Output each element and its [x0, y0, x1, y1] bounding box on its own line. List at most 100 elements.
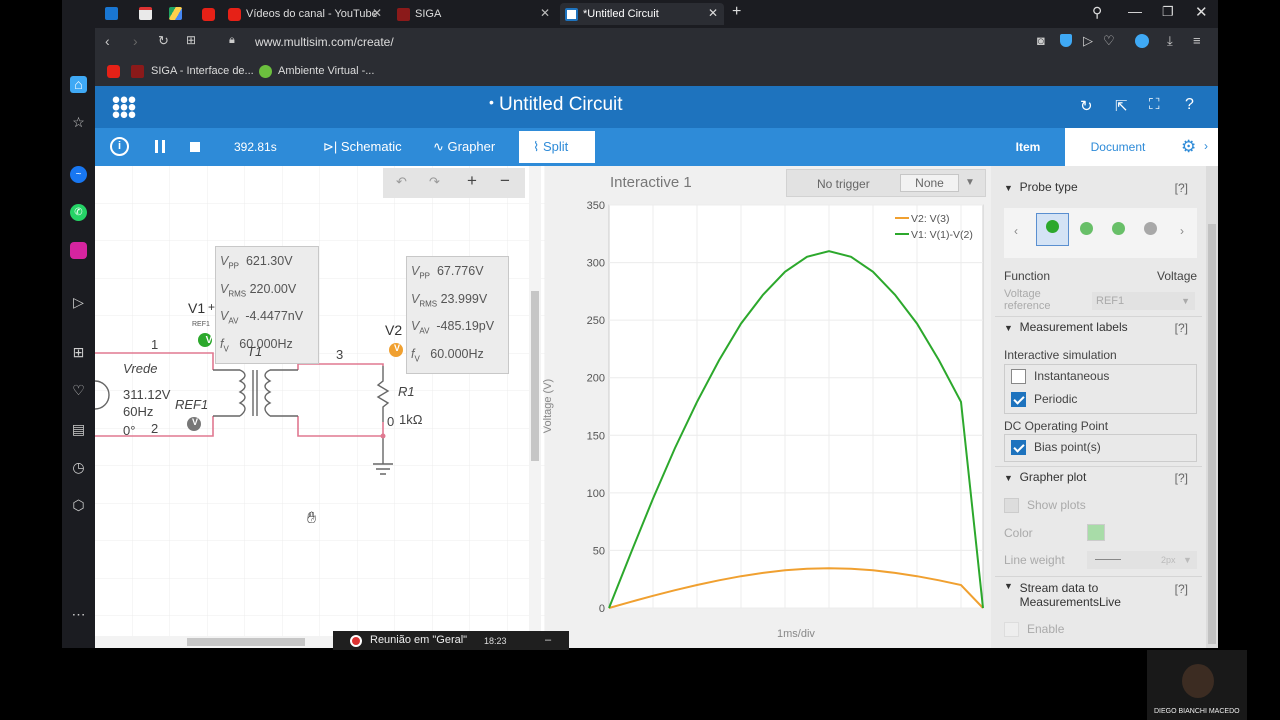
messenger-icon[interactable]: ~: [70, 166, 87, 183]
scrollbar-thumb[interactable]: [531, 291, 539, 461]
close-icon[interactable]: ✕: [540, 6, 550, 20]
history-icon[interactable]: ◷: [70, 459, 87, 476]
help-link[interactable]: [?]: [1175, 321, 1188, 335]
reload-icon[interactable]: ↻: [158, 33, 169, 49]
chevron-left-icon[interactable]: ‹: [1014, 224, 1018, 238]
probe-v2-label[interactable]: V2: [385, 322, 402, 338]
enable-checkbox[interactable]: [1004, 622, 1019, 638]
periodic-option[interactable]: Periodic: [1011, 392, 1077, 408]
maximize-icon[interactable]: ❐: [1162, 4, 1174, 20]
tab-document[interactable]: Document: [1065, 128, 1171, 166]
export-icon[interactable]: ⇱: [1115, 97, 1128, 115]
close-icon[interactable]: ✕: [372, 6, 382, 20]
instagram-icon[interactable]: [70, 242, 87, 259]
scrollbar-thumb[interactable]: [1208, 224, 1216, 644]
tab-siga[interactable]: SIGA: [397, 3, 547, 25]
minimize-icon[interactable]: –: [545, 634, 551, 646]
tab-split[interactable]: ⌇ Split: [519, 131, 595, 163]
voltage-chart[interactable]: 0 50 100 150 200 250 300 350 V2: V(3) V1: V(1)-V(…: [545, 166, 991, 648]
close-icon[interactable]: ✕: [708, 6, 718, 20]
help-link[interactable]: [?]: [1175, 582, 1188, 596]
star-icon[interactable]: ☆: [70, 114, 87, 131]
panel-scrollbar[interactable]: [1206, 166, 1218, 648]
scrollbar-thumb[interactable]: [187, 638, 305, 646]
voltage-probe-icon[interactable]: [1036, 213, 1069, 246]
redo-icon[interactable]: ↷: [429, 174, 440, 190]
home-icon[interactable]: ⌂: [70, 76, 87, 93]
outlook-icon[interactable]: [105, 7, 118, 20]
stop-icon[interactable]: [190, 142, 200, 152]
current-probe-icon[interactable]: [1080, 222, 1093, 235]
zoom-in-icon[interactable]: +: [467, 171, 477, 191]
instantaneous-checkbox[interactable]: [1011, 369, 1026, 385]
instantaneous-option[interactable]: Instantaneous: [1011, 369, 1109, 385]
drive-icon[interactable]: [169, 7, 182, 20]
help-link[interactable]: [?]: [1175, 471, 1188, 485]
pause-icon[interactable]: [155, 140, 165, 153]
minimize-icon[interactable]: —: [1128, 3, 1142, 19]
apps-icon[interactable]: ⊞: [70, 344, 87, 361]
fullscreen-icon[interactable]: ⛶: [1149, 96, 1160, 113]
show-plots-option[interactable]: Show plots: [1004, 498, 1086, 514]
vertical-scrollbar[interactable]: [529, 166, 541, 636]
youtube-icon[interactable]: [202, 8, 215, 21]
probe-v1-label[interactable]: V1: [188, 300, 205, 316]
shield-icon[interactable]: [1060, 34, 1072, 47]
voltage-reference-select[interactable]: REF1 ▼: [1092, 292, 1195, 310]
forward-icon[interactable]: ›: [133, 33, 138, 49]
news-icon[interactable]: ▤: [70, 421, 87, 438]
tabs-grid-icon[interactable]: ⊞: [186, 33, 196, 47]
show-plots-checkbox[interactable]: [1004, 498, 1019, 514]
function-value[interactable]: Voltage: [1157, 269, 1197, 283]
apps-grid-icon[interactable]: [112, 96, 136, 118]
url-field[interactable]: www.multisim.com/create/: [255, 35, 394, 49]
bias-points-checkbox[interactable]: [1011, 440, 1026, 456]
gmail-icon[interactable]: [139, 7, 152, 20]
probe-v1-icon[interactable]: V: [201, 333, 217, 349]
circuit-title[interactable]: Untitled Circuit: [499, 94, 623, 116]
tab-grapher[interactable]: ∿ Grapher: [429, 128, 513, 166]
info-icon[interactable]: i: [110, 137, 129, 156]
window-close-icon[interactable]: ✕: [1195, 3, 1208, 21]
power-probe-icon[interactable]: [1112, 222, 1125, 235]
zoom-out-icon[interactable]: −: [500, 171, 510, 191]
heart-icon[interactable]: ♡: [1103, 33, 1115, 49]
line-weight-select[interactable]: 2px ▼: [1087, 551, 1197, 569]
new-tab-icon[interactable]: +: [732, 3, 741, 21]
stream-data-header[interactable]: ▼ Stream data to MeasurementsLive: [1004, 581, 1174, 609]
meeting-banner[interactable]: Reunião em "Geral" 18:23 –: [333, 631, 569, 650]
more-icon[interactable]: ⋯: [70, 606, 87, 623]
tab-youtube[interactable]: Vídeos do canal - YouTube: [228, 3, 378, 25]
heart-icon[interactable]: ♡: [70, 382, 87, 399]
bookmark-ambiente[interactable]: Ambiente Virtual -...: [278, 65, 374, 77]
periodic-checkbox[interactable]: [1011, 392, 1026, 408]
schematic-canvas[interactable]: ↶ ↷ + − VPP 621.30V VRMS 220.00V VAV -4.…: [95, 166, 545, 648]
search-icon[interactable]: ⚲: [1092, 4, 1102, 21]
whatsapp-icon[interactable]: ✆: [70, 204, 87, 221]
camera-icon[interactable]: ◙: [1037, 33, 1045, 48]
youtube-icon[interactable]: [107, 65, 120, 78]
probe-v2-icon[interactable]: V: [391, 343, 403, 353]
probe-ref1-icon[interactable]: V: [189, 417, 201, 427]
bookmark-siga[interactable]: SIGA - Interface de...: [151, 65, 254, 77]
tab-schematic[interactable]: ⊳| Schematic: [317, 128, 415, 166]
plot-color-swatch[interactable]: [1087, 524, 1105, 541]
download-icon[interactable]: ⤓: [1167, 33, 1173, 49]
bias-points-option[interactable]: Bias point(s): [1011, 440, 1101, 456]
tab-untitled-circuit[interactable]: *Untitled Circuit: [560, 3, 724, 25]
back-icon[interactable]: ‹: [105, 33, 110, 49]
enable-option[interactable]: Enable: [1004, 622, 1064, 638]
help-icon[interactable]: ?: [1185, 96, 1194, 114]
chevron-right-icon[interactable]: ›: [1180, 224, 1184, 238]
box-icon[interactable]: ⬡: [70, 497, 87, 514]
tab-item[interactable]: Item: [991, 128, 1065, 166]
vpn-icon[interactable]: [1135, 34, 1149, 48]
send-icon[interactable]: ▷: [70, 294, 87, 311]
ref-probe-icon[interactable]: [1144, 222, 1157, 235]
menu-icon[interactable]: ≡: [1193, 33, 1201, 48]
send-icon[interactable]: ▷: [1083, 33, 1093, 49]
share-icon[interactable]: ↻: [1080, 97, 1093, 115]
help-link[interactable]: [?]: [1175, 181, 1188, 195]
settings-tab[interactable]: ⚙ ›: [1171, 128, 1218, 166]
undo-icon[interactable]: ↶: [396, 174, 407, 190]
